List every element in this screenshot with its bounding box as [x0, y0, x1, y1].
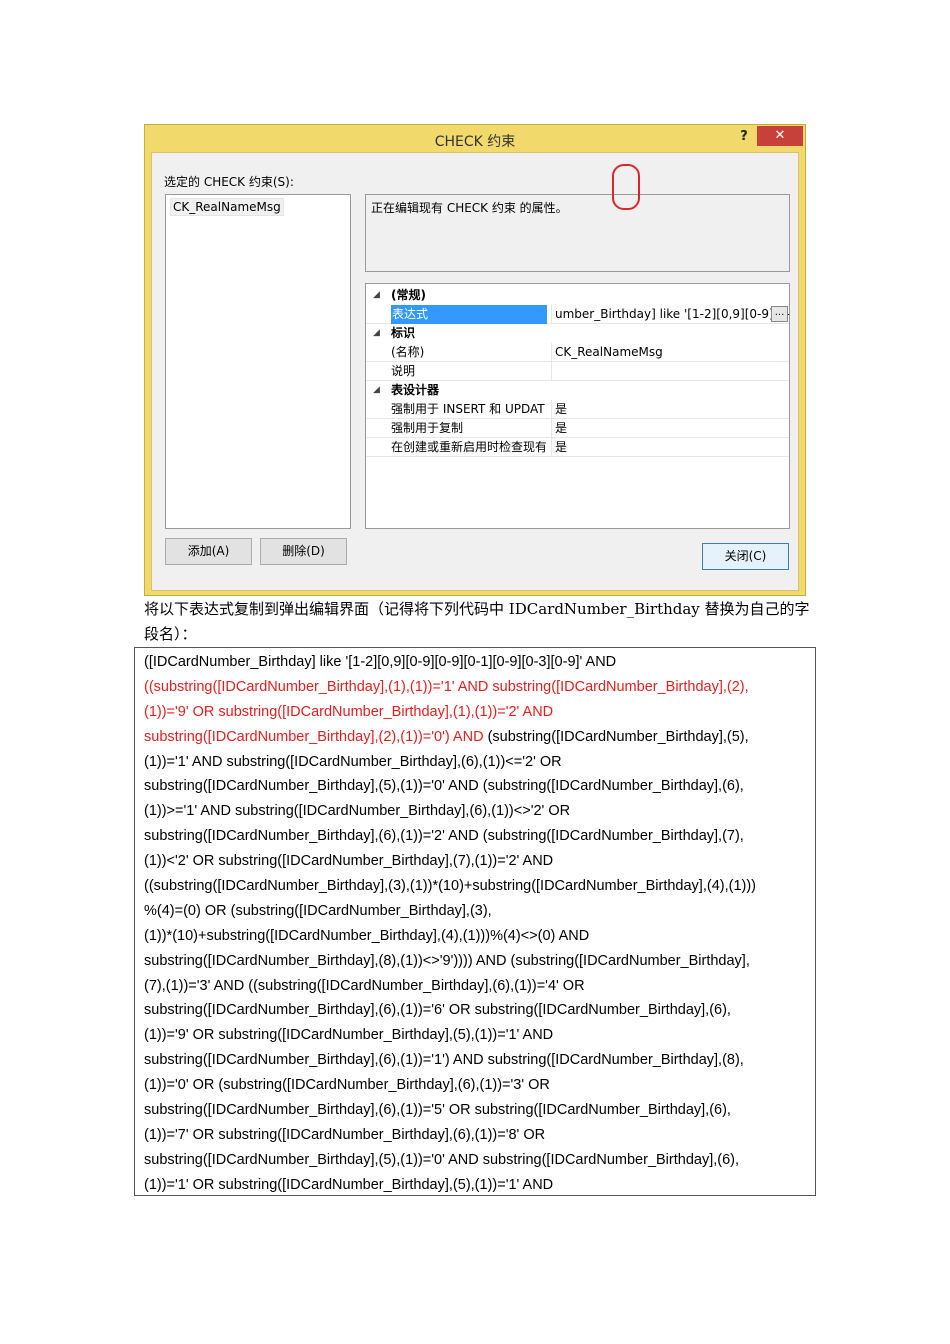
- collapse-triangle-icon[interactable]: ◢: [373, 381, 380, 400]
- code-line: (1))='7' OR substring([IDCardNumber_Birt…: [144, 1126, 546, 1143]
- check-constraint-dialog: CHECK 约束 ? ✕ 选定的 CHECK 约束(S): CK_RealNam…: [144, 124, 806, 596]
- annotation-circle: [612, 164, 640, 210]
- instruction-caption: 将以下表达式复制到弹出编辑界面（记得将下列代码中 IDCardNumber_Bi…: [144, 600, 810, 643]
- property-key: 强制用于 INSERT 和 UPDAT: [391, 402, 545, 416]
- description-field[interactable]: [551, 362, 789, 381]
- expression-field[interactable]: umber_Birthday] like '[1-2][0,9][0-9][0-: [551, 305, 789, 324]
- code-line: substring([IDCardNumber_Birthday],(2),(1…: [144, 728, 749, 745]
- title-bar: CHECK 约束 ? ✕: [145, 125, 805, 153]
- check-existing-field[interactable]: 是: [551, 438, 789, 457]
- delete-button[interactable]: 删除(D): [260, 538, 347, 565]
- property-key: 表达式: [391, 305, 547, 324]
- name-field[interactable]: CK_RealNameMsg: [551, 343, 789, 362]
- property-key: 在创建或重新启用时检查现有: [391, 440, 546, 454]
- category-label: 标识: [391, 326, 416, 340]
- code-line: (1))='1' OR substring([IDCardNumber_Birt…: [144, 1176, 554, 1193]
- property-row-check-existing[interactable]: 在创建或重新启用时检查现有 是: [366, 438, 789, 457]
- dialog-title: CHECK 约束: [434, 134, 516, 150]
- enforce-replication-field[interactable]: 是: [551, 419, 789, 438]
- category-label: (常规): [391, 288, 426, 302]
- help-button[interactable]: ?: [735, 127, 753, 147]
- property-key: 说明: [391, 364, 416, 378]
- code-line: (1))>='1' AND substring([IDCardNumber_Bi…: [144, 803, 571, 820]
- property-row-name[interactable]: (名称) CK_RealNameMsg: [366, 343, 789, 362]
- category-label: 表设计器: [391, 383, 440, 397]
- property-row-enforce-replication[interactable]: 强制用于复制 是: [366, 419, 789, 438]
- property-row-description[interactable]: 说明: [366, 362, 789, 381]
- expression-code-block: ([IDCardNumber_Birthday] like '[1-2][0,9…: [134, 647, 816, 1196]
- selected-constraints-label: 选定的 CHECK 约束(S):: [164, 175, 294, 189]
- close-button[interactable]: 关闭(C): [702, 543, 789, 570]
- code-line: substring([IDCardNumber_Birthday],(5),(1…: [144, 1151, 740, 1168]
- dialog-client-area: 选定的 CHECK 约束(S): CK_RealNameMsg 正在编辑现有 C…: [151, 152, 799, 591]
- description-box: 正在编辑现有 CHECK 约束 的属性。: [365, 194, 790, 272]
- collapse-triangle-icon[interactable]: ◢: [373, 324, 380, 343]
- code-line: %(4)=(0) OR (substring([IDCardNumber_Bir…: [144, 902, 492, 919]
- collapse-triangle-icon[interactable]: ◢: [373, 286, 380, 305]
- close-window-button[interactable]: ✕: [757, 126, 803, 146]
- property-row-enforce-insert[interactable]: 强制用于 INSERT 和 UPDAT 是: [366, 400, 789, 419]
- category-table-designer[interactable]: ◢ 表设计器: [366, 381, 789, 400]
- code-line: substring([IDCardNumber_Birthday],(6),(1…: [144, 828, 744, 845]
- code-line: (1))='9' OR substring([IDCardNumber_Birt…: [144, 1027, 554, 1044]
- property-row-expression[interactable]: 表达式 umber_Birthday] like '[1-2][0,9][0-9…: [366, 305, 789, 324]
- code-line: (1))='9' OR substring([IDCardNumber_Birt…: [144, 703, 554, 720]
- code-line: substring([IDCardNumber_Birthday],(6),(1…: [144, 1052, 744, 1069]
- code-line: ((substring([IDCardNumber_Birthday],(3),…: [144, 878, 756, 895]
- code-line: substring([IDCardNumber_Birthday],(5),(1…: [144, 778, 744, 795]
- property-grid: ◢ (常规) 表达式 umber_Birthday] like '[1-2][0…: [365, 283, 790, 529]
- code-line: ([IDCardNumber_Birthday] like '[1-2][0,9…: [144, 654, 617, 670]
- enforce-insert-field[interactable]: 是: [551, 400, 789, 419]
- ellipsis-button[interactable]: ...: [771, 306, 788, 322]
- code-line: substring([IDCardNumber_Birthday],(6),(1…: [144, 1102, 731, 1119]
- property-key: 强制用于复制: [391, 421, 464, 435]
- category-identity[interactable]: ◢ 标识: [366, 324, 789, 343]
- code-line: (7),(1))='3' AND ((substring([IDCardNumb…: [144, 977, 585, 994]
- add-button[interactable]: 添加(A): [165, 538, 252, 565]
- code-line: (1))<'2' OR substring([IDCardNumber_Birt…: [144, 853, 554, 870]
- code-line: ((substring([IDCardNumber_Birthday],(1),…: [144, 678, 749, 695]
- code-line: (1))='1' AND substring([IDCardNumber_Bir…: [144, 753, 562, 770]
- list-item[interactable]: CK_RealNameMsg: [170, 198, 284, 216]
- property-key: (名称): [391, 345, 425, 359]
- category-general[interactable]: ◢ (常规): [366, 286, 789, 305]
- constraint-list[interactable]: CK_RealNameMsg: [165, 194, 351, 529]
- code-line: (1))*(10)+substring([IDCardNumber_Birthd…: [144, 927, 590, 944]
- code-line: substring([IDCardNumber_Birthday],(6),(1…: [144, 1002, 731, 1019]
- code-line: substring([IDCardNumber_Birthday],(8),(1…: [144, 952, 750, 969]
- code-line: (1))='0' OR (substring([IDCardNumber_Bir…: [144, 1077, 550, 1094]
